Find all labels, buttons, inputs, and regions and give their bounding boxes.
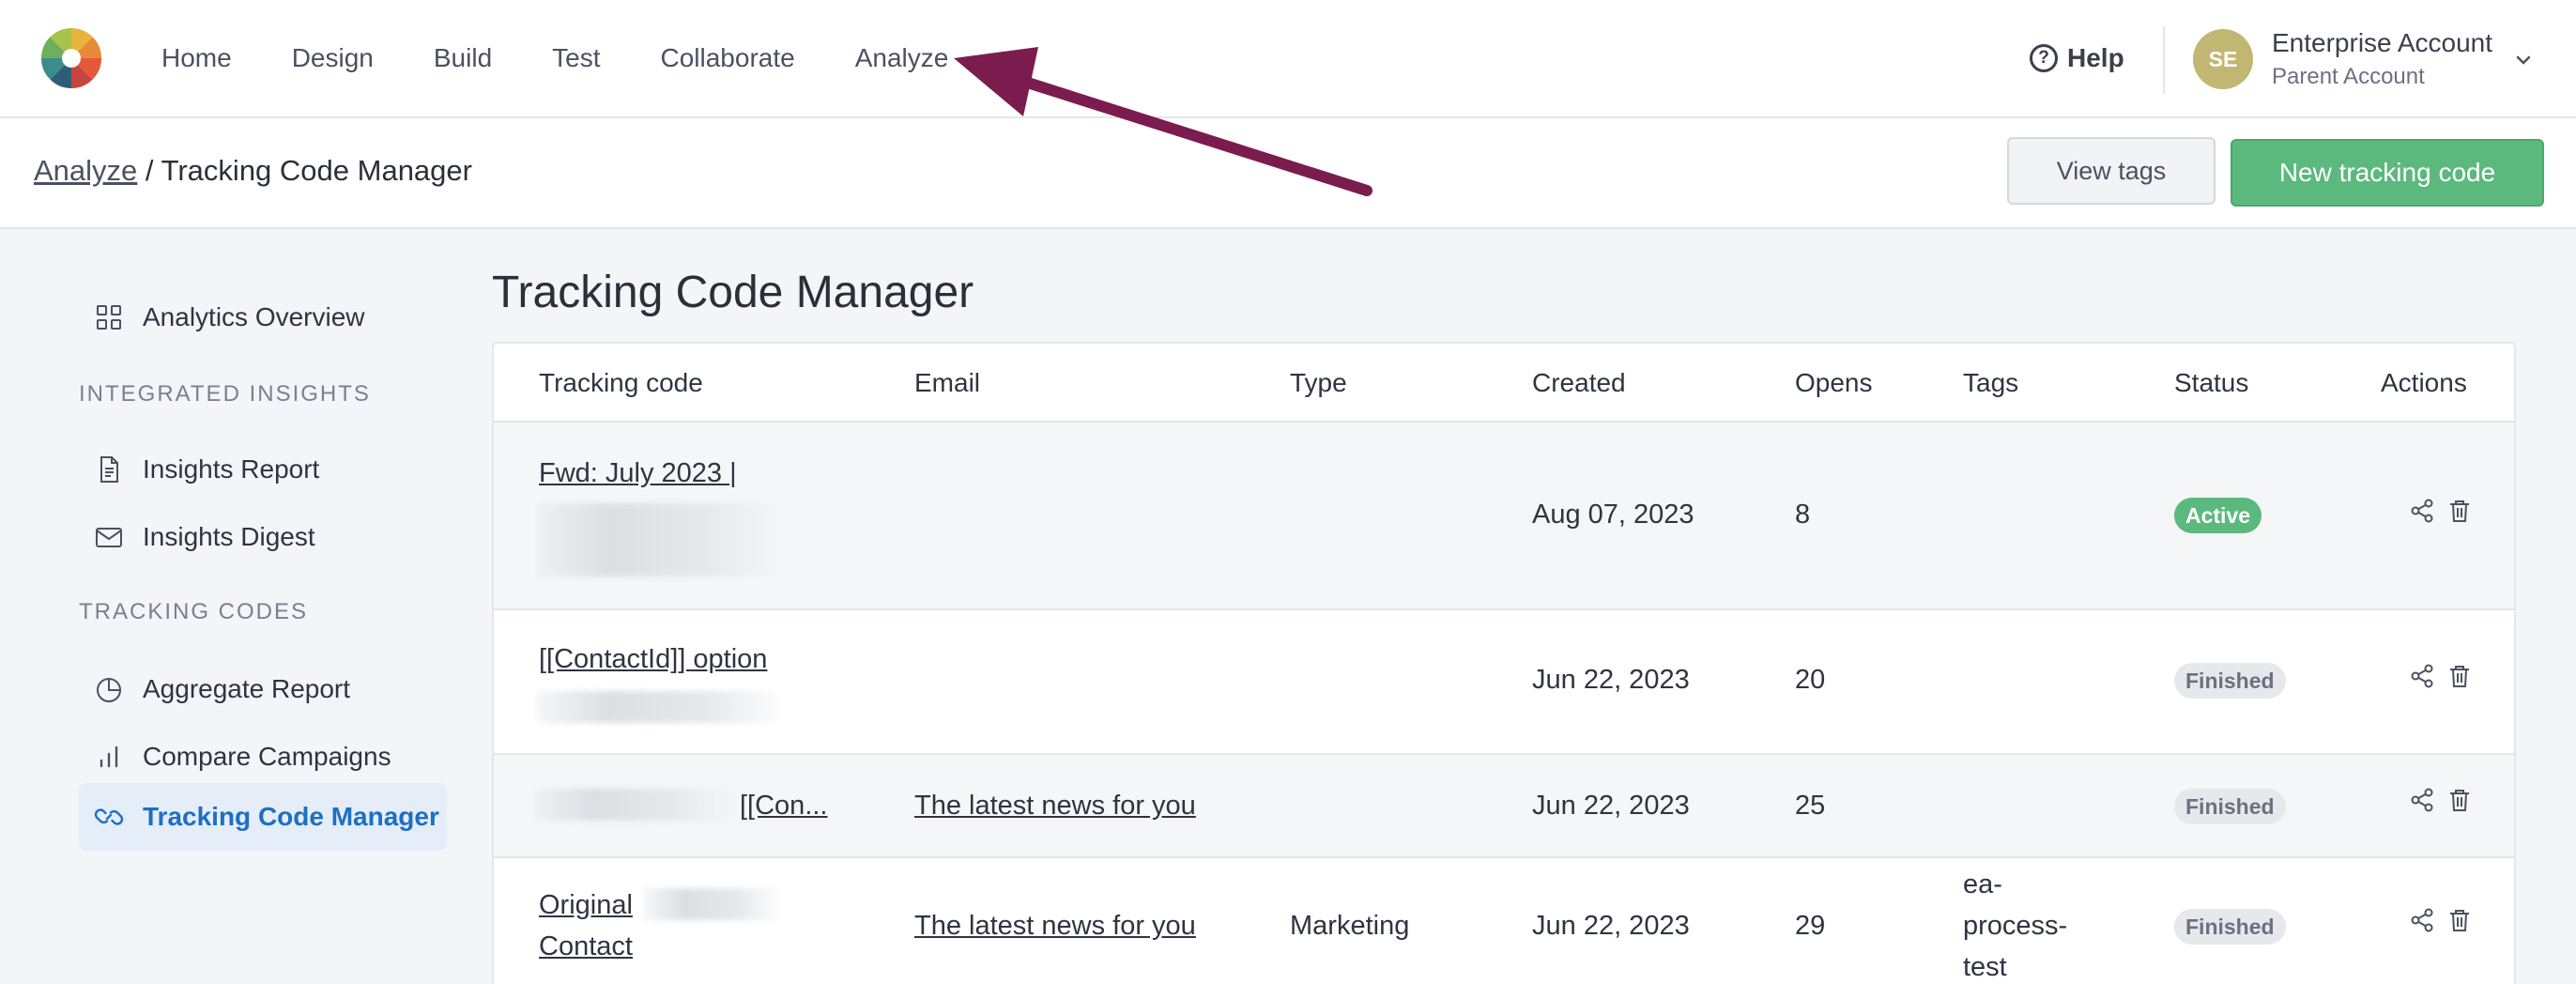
created-date: Jun 22, 2023 bbox=[1532, 665, 1690, 695]
nav-build[interactable]: Build bbox=[434, 43, 492, 73]
account-subtitle: Parent Account bbox=[2272, 64, 2425, 89]
share-icon[interactable] bbox=[2409, 663, 2435, 689]
status-badge: Finished bbox=[2174, 663, 2286, 699]
opens-count: 20 bbox=[1795, 665, 1826, 695]
column-header-actions: Actions bbox=[2381, 368, 2467, 397]
trash-icon[interactable] bbox=[2446, 907, 2473, 933]
sidebar-section-tracking-codes: TRACKING CODES bbox=[79, 599, 309, 624]
tag-line: test bbox=[1963, 952, 2007, 982]
column-header-opens[interactable]: Opens bbox=[1795, 368, 1873, 398]
sidebar-item-analytics-overview[interactable]: Analytics Overview bbox=[79, 284, 447, 351]
sidebar-item-insights-digest[interactable]: Insights Digest bbox=[79, 503, 447, 571]
column-header-status[interactable]: Status bbox=[2174, 368, 2248, 398]
nav-collaborate[interactable]: Collaborate bbox=[661, 43, 795, 73]
table-row: [[Con... The latest news for you Jun 22,… bbox=[494, 755, 2514, 858]
opens-count: 8 bbox=[1795, 500, 1811, 530]
link-icon bbox=[94, 808, 124, 825]
breadcrumb: Analyze / Tracking Code Manager bbox=[34, 154, 472, 188]
pie-chart-icon bbox=[97, 678, 121, 702]
row-actions bbox=[2409, 663, 2473, 689]
tag-line: process- bbox=[1963, 911, 2068, 941]
mail-icon bbox=[96, 528, 122, 547]
main-nav: Home Design Build Test Collaborate Analy… bbox=[161, 0, 948, 116]
row-actions bbox=[2409, 907, 2473, 933]
trash-icon[interactable] bbox=[2446, 787, 2473, 813]
column-header-type[interactable]: Type bbox=[1290, 368, 1347, 398]
redacted-text bbox=[535, 789, 732, 821]
table-row: [[ContactId]] option Jun 22, 2023 20 Fin… bbox=[494, 610, 2514, 755]
status-badge: Active bbox=[2174, 498, 2262, 533]
help-button[interactable]: ? Help bbox=[2030, 39, 2124, 77]
tracking-code-link[interactable]: Fwd: July 2023 | bbox=[539, 458, 737, 489]
top-navigation: Home Design Build Test Collaborate Analy… bbox=[0, 0, 2576, 118]
sidebar-item-insights-report[interactable]: Insights Report bbox=[79, 436, 447, 503]
sidebar-item-compare-campaigns[interactable]: Compare Campaigns bbox=[79, 723, 447, 791]
nav-analyze[interactable]: Analyze bbox=[855, 43, 949, 73]
type-value: Marketing bbox=[1290, 911, 1410, 941]
sidebar-item-label: Tracking Code Manager bbox=[143, 802, 439, 831]
tracking-code-link-line2[interactable]: Contact bbox=[539, 931, 633, 962]
sidebar-section-integrated-insights: INTEGRATED INSIGHTS bbox=[79, 381, 371, 407]
sidebar-item-label: Insights Report bbox=[143, 454, 320, 484]
breadcrumb-current: Tracking Code Manager bbox=[161, 154, 472, 187]
trash-icon[interactable] bbox=[2446, 498, 2473, 524]
new-tracking-code-button[interactable]: New tracking code bbox=[2231, 139, 2544, 207]
logo-icon[interactable] bbox=[39, 26, 103, 90]
nav-home[interactable]: Home bbox=[161, 43, 232, 73]
redacted-text bbox=[537, 503, 777, 577]
tracking-code-link[interactable]: [[ContactId]] option bbox=[539, 644, 767, 675]
status-badge: Finished bbox=[2174, 909, 2286, 945]
tracking-codes-table: Tracking code Email Type Created Opens T… bbox=[492, 342, 2516, 984]
column-header-tracking-code[interactable]: Tracking code bbox=[539, 368, 703, 398]
opens-count: 25 bbox=[1795, 791, 1826, 821]
share-icon[interactable] bbox=[2409, 787, 2435, 813]
table-header: Tracking code Email Type Created Opens T… bbox=[494, 344, 2514, 423]
row-actions bbox=[2409, 498, 2473, 524]
column-header-email[interactable]: Email bbox=[914, 368, 980, 398]
page-title: Tracking Code Manager bbox=[492, 268, 974, 317]
breadcrumb-analyze-link[interactable]: Analyze bbox=[34, 154, 137, 187]
nav-divider bbox=[2163, 26, 2165, 94]
chevron-down-icon[interactable] bbox=[2510, 47, 2537, 73]
grid-icon bbox=[97, 305, 121, 330]
breadcrumb-separator: / bbox=[137, 154, 161, 187]
help-label: Help bbox=[2067, 43, 2124, 72]
email-link[interactable]: The latest news for you bbox=[914, 791, 1196, 822]
tracking-code-link[interactable]: [[Con... bbox=[740, 791, 828, 822]
help-icon: ? bbox=[2030, 44, 2058, 72]
sidebar-item-label: Compare Campaigns bbox=[143, 742, 391, 771]
trash-icon[interactable] bbox=[2446, 663, 2473, 689]
sidebar: Analytics Overview INTEGRATED INSIGHTS I… bbox=[0, 231, 469, 984]
sidebar-item-aggregate-report[interactable]: Aggregate Report bbox=[79, 655, 447, 723]
tracking-code-link[interactable]: Original bbox=[539, 890, 633, 921]
share-icon[interactable] bbox=[2409, 498, 2435, 524]
page-header: Analyze / Tracking Code Manager View tag… bbox=[0, 118, 2576, 229]
status-badge: Finished bbox=[2174, 789, 2286, 824]
nav-design[interactable]: Design bbox=[292, 43, 374, 73]
view-tags-button[interactable]: View tags bbox=[2007, 137, 2216, 205]
redacted-text bbox=[644, 888, 777, 920]
column-header-created[interactable]: Created bbox=[1532, 368, 1626, 398]
share-icon[interactable] bbox=[2409, 907, 2435, 933]
sidebar-item-label: Insights Digest bbox=[143, 522, 315, 551]
sidebar-item-label: Analytics Overview bbox=[143, 302, 365, 331]
sidebar-item-label: Aggregate Report bbox=[143, 674, 351, 703]
created-date: Jun 22, 2023 bbox=[1532, 791, 1690, 821]
column-header-tags[interactable]: Tags bbox=[1963, 368, 2018, 398]
redacted-text bbox=[537, 691, 777, 723]
row-actions bbox=[2409, 787, 2473, 813]
sidebar-item-tracking-code-manager[interactable]: Tracking Code Manager bbox=[79, 783, 447, 851]
table-row: Fwd: July 2023 | Aug 07, 2023 8 Active bbox=[494, 423, 2514, 610]
opens-count: 29 bbox=[1795, 911, 1826, 941]
table-row: Original Contact The latest news for you… bbox=[494, 858, 2514, 984]
bar-chart-icon bbox=[100, 746, 118, 768]
avatar[interactable]: SE bbox=[2193, 29, 2253, 89]
email-link[interactable]: The latest news for you bbox=[914, 911, 1196, 942]
created-date: Jun 22, 2023 bbox=[1532, 911, 1690, 941]
tag-line: ea- bbox=[1963, 869, 2002, 899]
nav-test[interactable]: Test bbox=[552, 43, 600, 73]
created-date: Aug 07, 2023 bbox=[1532, 500, 1694, 530]
document-icon bbox=[100, 456, 118, 483]
account-name[interactable]: Enterprise Account bbox=[2272, 28, 2492, 58]
